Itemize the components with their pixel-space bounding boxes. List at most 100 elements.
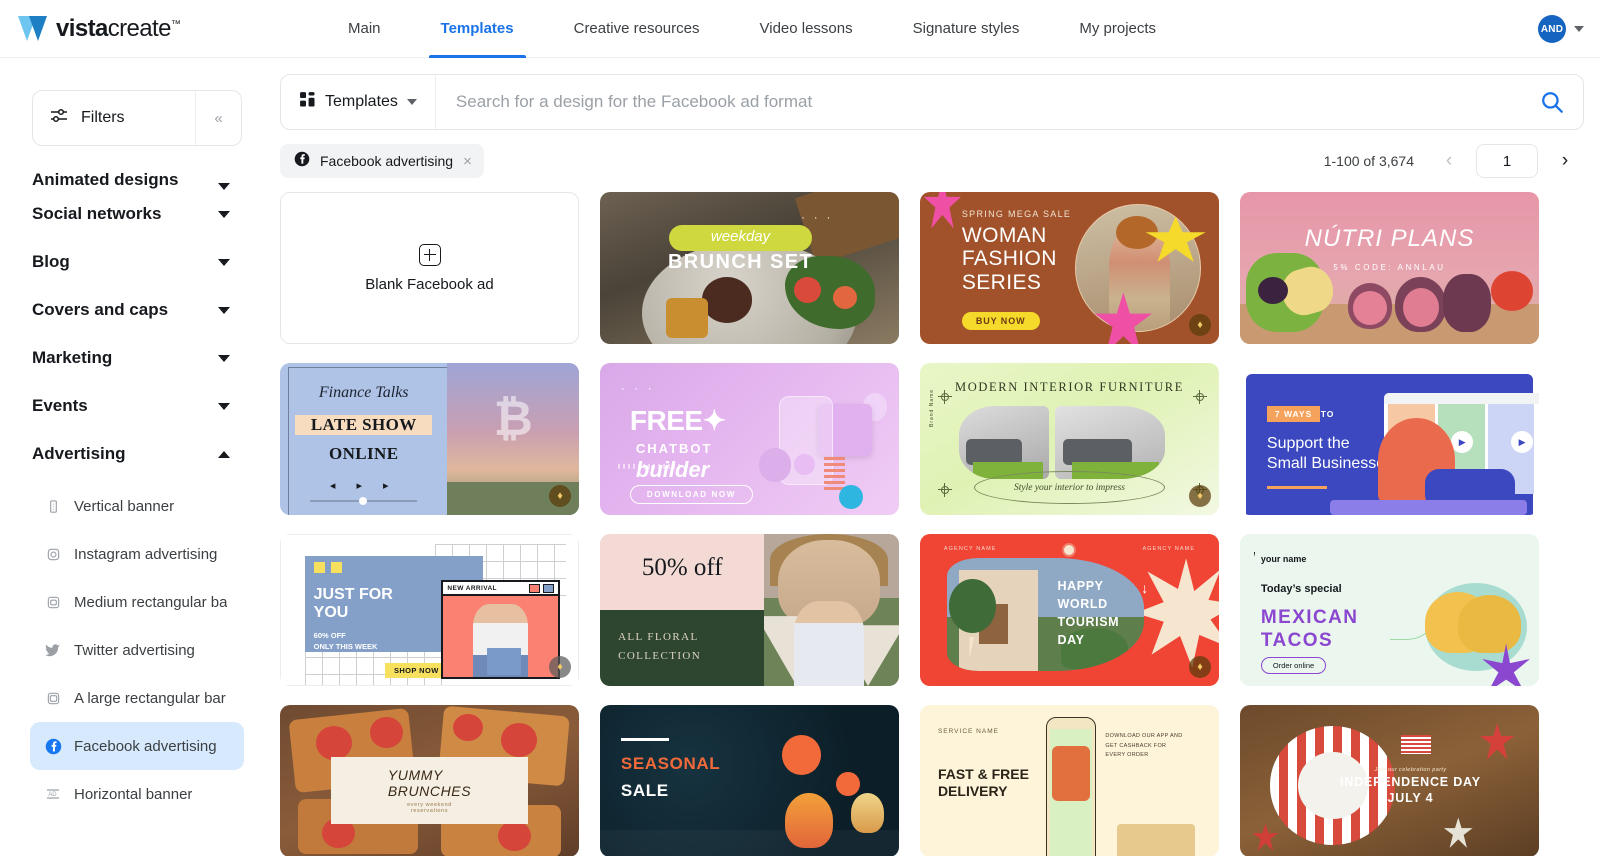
category-covers-and-caps[interactable]: Covers and caps (0, 286, 258, 334)
search-icon[interactable] (1521, 75, 1583, 129)
template-thumbnail-fashion: SPRING MEGA SALE WOMAN FASHION SERIES BU… (920, 192, 1219, 344)
template-thumbnail-tacos: your name Today’s special MEXICAN TACOS … (1240, 534, 1539, 686)
chevron-down-icon[interactable] (218, 210, 230, 218)
sidebar-item-medium-rectangular-banner[interactable]: Medium rectangular ba (30, 578, 244, 626)
nav-item-signature-styles[interactable]: Signature styles (883, 0, 1050, 58)
template-headline: 50% off (641, 553, 723, 581)
chevron-down-icon[interactable] (218, 183, 230, 190)
chevron-up-icon[interactable] (218, 450, 230, 458)
content-type-dropdown[interactable]: Templates (281, 75, 436, 129)
sidebar-item-large-rectangular-bar[interactable]: A large rectangular bar (30, 674, 244, 722)
pro-badge-icon: ♦ (549, 485, 571, 507)
template-card[interactable]: Finance Talks LATE SHOW ONLINE ◂ ▸ ▸ ₿ ♦ (280, 363, 579, 515)
category-animated-designs[interactable]: Animated designs (0, 154, 258, 190)
top-navigation-bar: vistacreate™ Main Templates Creative res… (0, 0, 1600, 58)
template-thumbnail-delivery: SERVICE NAME FAST & FREE DELIVERY DOWNLO… (920, 705, 1219, 856)
result-count: 1-100 of 3,674 (1323, 153, 1414, 169)
nav-item-my-projects[interactable]: My projects (1049, 0, 1186, 58)
nav-item-video-lessons[interactable]: Video lessons (730, 0, 883, 58)
template-thumbnail-tourism: AGENCY NAME AGENCY NAME HAPPY WORLD TOUR… (920, 534, 1219, 686)
template-card[interactable]: SPRING MEGA SALE WOMAN FASHION SERIES BU… (920, 192, 1219, 344)
template-card[interactable]: · · · FREE✦ CHATBOT builder DOWNLOAD NOW (600, 363, 899, 515)
nav-item-creative-resources[interactable]: Creative resources (544, 0, 730, 58)
template-card[interactable]: NÚTRI PLANS 5% CODE: ANNLAU (1240, 192, 1539, 344)
chevron-down-icon[interactable] (218, 258, 230, 266)
category-advertising[interactable]: Advertising (0, 430, 258, 478)
template-card[interactable]: MODERN INTERIOR FURNITURE Brand Name Sty… (920, 363, 1219, 515)
template-script-text: weekday (710, 228, 771, 246)
template-headline-2: ONLINE (328, 443, 399, 463)
template-headline: WOMAN FASHION SERIES (961, 223, 1057, 294)
sidebar-item-label: Twitter advertising (74, 641, 195, 659)
sidebar-item-twitter-advertising[interactable]: Twitter advertising (30, 626, 244, 674)
category-label: Blog (32, 252, 70, 271)
next-page-button[interactable]: › (1552, 146, 1578, 176)
search-bar: Templates (280, 74, 1584, 130)
template-headline: LATE SHOW (295, 414, 433, 435)
sliders-icon (49, 106, 69, 131)
template-cta: BUY NOW (961, 312, 1040, 331)
facebook-icon (294, 151, 310, 172)
brand-logo[interactable]: vistacreate™ (18, 15, 318, 43)
template-cta: DOWNLOAD NOW (629, 485, 753, 505)
template-card[interactable]: your name Today’s special MEXICAN TACOS … (1240, 534, 1539, 686)
template-thumbnail-chatbot: · · · FREE✦ CHATBOT builder DOWNLOAD NOW (600, 363, 899, 515)
close-icon[interactable]: × (463, 154, 472, 169)
active-filter-chip[interactable]: Facebook advertising × (280, 144, 484, 178)
current-page-input[interactable]: 1 (1476, 144, 1538, 178)
vistacreate-logo-icon (18, 15, 48, 42)
medium-rectangle-icon (44, 593, 62, 611)
nav-item-main[interactable]: Main (318, 0, 411, 58)
category-marketing[interactable]: Marketing (0, 334, 258, 382)
template-thumbnail-yummy: YUMMY BRUNCHES every weekend reservation… (280, 705, 579, 856)
pro-badge-icon: ♦ (1189, 314, 1211, 336)
nav-item-templates[interactable]: Templates (411, 0, 544, 58)
facebook-icon (44, 737, 62, 755)
category-label: Covers and caps (32, 300, 169, 319)
template-card[interactable]: 50% off ALL FLORAL COLLECTION (600, 534, 899, 686)
user-menu[interactable]: AND (1538, 0, 1584, 58)
chevron-down-icon[interactable] (218, 354, 230, 362)
chevron-down-icon[interactable] (218, 402, 230, 410)
plus-icon (418, 243, 441, 266)
sidebar-item-vertical-banner[interactable]: Vertical banner (30, 482, 244, 530)
page-body: Filters « Animated designs Social networ… (0, 58, 1600, 856)
chevron-down-icon[interactable] (218, 306, 230, 314)
template-kicker: SPRING MEGA SALE (961, 208, 1072, 219)
template-thumbnail-nutri: NÚTRI PLANS 5% CODE: ANNLAU (1240, 192, 1539, 344)
sidebar-item-facebook-advertising[interactable]: Facebook advertising (30, 722, 244, 770)
template-card[interactable]: JUST FOR YOU 60% OFF ONLY THIS WEEK SHOP… (280, 534, 579, 686)
search-input[interactable] (435, 75, 1521, 129)
template-service-name: SERVICE NAME (937, 727, 999, 735)
template-headline-3: builder (635, 457, 710, 483)
template-card[interactable]: · · · weekday BRUNCH SET (600, 192, 899, 344)
prev-page-button[interactable]: ‹ (1436, 146, 1462, 176)
avatar[interactable]: AND (1538, 15, 1566, 43)
template-card[interactable]: Join our celebration party INDEPENDENCE … (1240, 705, 1539, 856)
template-card[interactable]: YUMMY BRUNCHES every weekend reservation… (280, 705, 579, 856)
template-your-name: your name (1260, 553, 1307, 564)
filters-button[interactable]: Filters (33, 91, 195, 145)
category-label: Marketing (32, 348, 113, 367)
chevron-down-icon[interactable] (406, 99, 417, 105)
category-blog[interactable]: Blog (0, 238, 258, 286)
category-events[interactable]: Events (0, 382, 258, 430)
pro-badge-icon: ♦ (549, 656, 571, 678)
sidebar-item-label: Facebook advertising (74, 737, 217, 755)
template-card[interactable]: AGENCY NAME AGENCY NAME HAPPY WORLD TOUR… (920, 534, 1219, 686)
template-headline: YUMMY BRUNCHES (387, 766, 472, 799)
arrow-down-icon: ↓ (1141, 579, 1149, 596)
template-card[interactable]: SERVICE NAME FAST & FREE DELIVERY DOWNLO… (920, 705, 1219, 856)
chevron-down-icon[interactable] (1574, 26, 1584, 32)
template-window-title: NEW ARRIVAL (447, 584, 497, 592)
horizontal-banner-icon: AD (44, 785, 62, 803)
template-card[interactable]: SEASONAL SALE (600, 705, 899, 856)
template-headline: FREE✦ (629, 405, 726, 437)
category-social-networks[interactable]: Social networks (0, 190, 258, 238)
blank-template-card[interactable]: Blank Facebook ad (280, 192, 579, 344)
template-card[interactable]: 7 WAYS TO Support the Small Businesses ▶… (1240, 363, 1539, 515)
sidebar-item-horizontal-banner[interactable]: AD Horizontal banner (30, 770, 244, 818)
sidebar-item-instagram-advertising[interactable]: Instagram advertising (30, 530, 244, 578)
collapse-sidebar-button[interactable]: « (195, 91, 241, 145)
instagram-icon (44, 545, 62, 563)
